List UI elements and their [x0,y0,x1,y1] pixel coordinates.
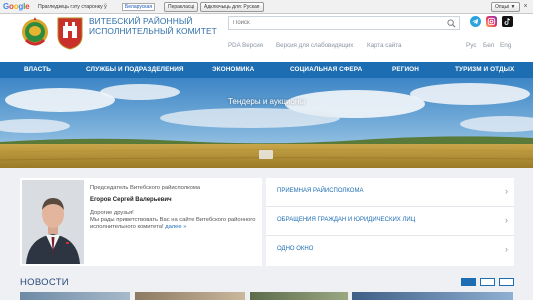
news-thumbnail[interactable] [20,292,130,300]
search-input[interactable] [229,17,439,29]
low-vision-version-link[interactable]: Версия для слабовидящих [276,42,353,49]
news-slider-dot-2[interactable] [480,278,495,286]
pda-version-link[interactable]: PDA Версия [228,42,263,49]
state-emblem-icon [22,17,48,46]
quick-link-label: ПРИЕМНАЯ РАЙИСПОЛКОМА [277,188,364,194]
chairman-portrait [22,180,84,264]
quick-link-reception[interactable]: ПРИЕМНАЯ РАЙИСПОЛКОМА › [266,178,514,207]
translate-button[interactable]: Перакласці [164,2,199,12]
nav-item-tourism[interactable]: ТУРИЗМ И ОТДЫХ [455,66,514,73]
news-slider-dot-3[interactable] [499,278,514,286]
chevron-right-icon: › [505,215,508,225]
source-language-select[interactable]: Беларуская [122,3,156,11]
nav-item-economy[interactable]: ЭКОНОМИКА [212,66,254,73]
main-nav: ВЛАСТЬ СЛУЖБЫ И ПОДРАЗДЕЛЕНИЯ ЭКОНОМИКА … [0,62,533,78]
chairman-welcome-text: Мы рады приветствовать Вас на сайте Вите… [90,217,258,232]
quick-links-panel: ПРИЕМНАЯ РАЙИСПОЛКОМА › ОБРАЩЕНИЯ ГРАЖДА… [266,178,514,266]
nav-item-vlast[interactable]: ВЛАСТЬ [24,66,51,73]
read-more-link[interactable]: далее » [165,224,186,230]
quick-link-label: ОБРАЩЕНИЯ ГРАЖДАН И ЮРИДИЧЕСКИХ ЛИЦ [277,217,416,223]
nav-item-region[interactable]: РЕГИОН [392,66,419,73]
news-thumbnail[interactable] [250,292,348,300]
news-slider-dot-1[interactable] [461,278,476,286]
translate-prompt: Прагледзець гэту старонку ў [38,4,107,10]
news-thumbnail[interactable] [135,292,245,300]
news-section-title[interactable]: НОВОСТИ [20,277,69,288]
sitemap-link[interactable]: Карта сайта [367,42,401,49]
banner-title[interactable]: Тендеры и аукционы [0,97,533,106]
chevron-right-icon: › [505,244,508,254]
lang-ru-link[interactable]: Рус [466,42,477,49]
banner-slide-indicator[interactable] [259,150,273,159]
search-icon[interactable] [447,19,456,28]
quick-link-appeals[interactable]: ОБРАЩЕНИЯ ГРАЖДАН И ЮРИДИЧЕСКИХ ЛИЦ › [266,207,514,236]
tiktok-icon[interactable] [502,16,513,27]
turn-off-translate-button[interactable]: Адключыць для: Руская [200,2,264,12]
hero-banner[interactable]: Тендеры и аукционы [0,78,533,168]
nav-item-services[interactable]: СЛУЖБЫ И ПОДРАЗДЕЛЕНИЯ [86,66,184,73]
quick-link-label: ОДНО ОКНО [277,246,314,252]
site-header: ВИТЕБСКИЙ РАЙОННЫЙ ИСПОЛНИТЕЛЬНЫЙ КОМИТЕ… [0,14,533,62]
chairman-card: Председатель Витебского райисполкома Его… [20,178,262,266]
news-thumbnail[interactable] [352,292,513,300]
close-icon[interactable]: × [521,2,530,11]
google-logo: Google [3,2,30,11]
lang-be-link[interactable]: Бел [483,42,494,49]
lang-en-link[interactable]: Eng [500,42,511,49]
chairman-role: Председатель Витебского райисполкома [90,185,201,191]
chairman-name: Егоров Сергей Валерьевич [90,197,172,203]
chevron-right-icon: › [505,186,508,196]
chairman-greeting: Дорогие друзья! [90,210,134,216]
nav-item-social[interactable]: СОЦИАЛЬНАЯ СФЕРА [290,66,362,73]
quick-link-one-window[interactable]: ОДНО ОКНО › [266,236,514,265]
translate-options-button[interactable]: Опцыі ▼ [491,2,520,12]
district-coat-of-arms-icon [57,17,83,50]
translate-bar: Google Прагледзець гэту старонку ў Белар… [0,0,533,14]
search-box [228,16,460,30]
site-title[interactable]: ВИТЕБСКИЙ РАЙОННЫЙ ИСПОЛНИТЕЛЬНЫЙ КОМИТЕ… [89,16,224,36]
telegram-icon[interactable] [470,16,481,27]
instagram-icon[interactable] [486,16,497,27]
